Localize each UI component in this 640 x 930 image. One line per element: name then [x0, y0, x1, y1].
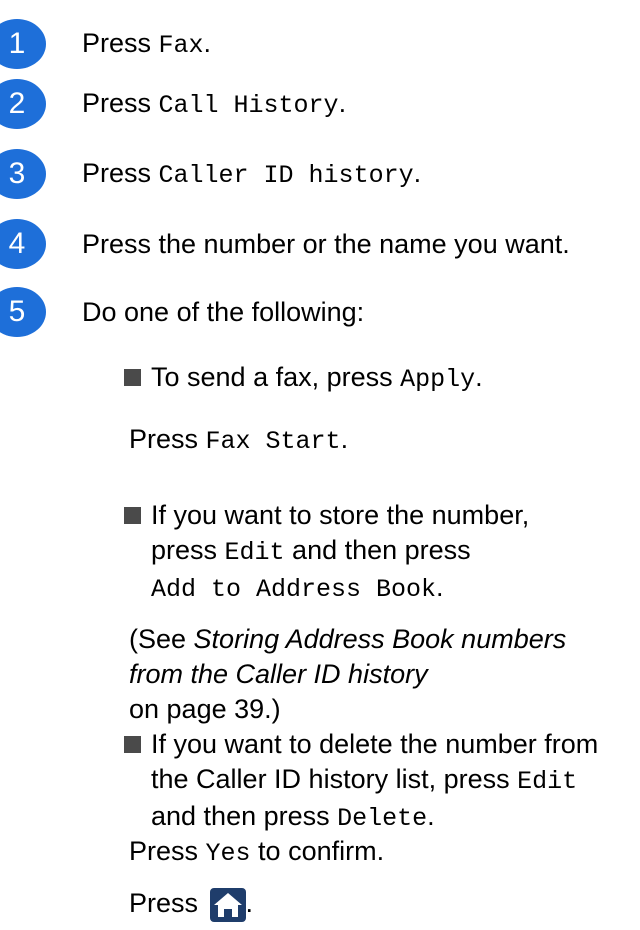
home-icon-glyph — [213, 892, 242, 917]
bullet-delete-number: If you want to delete the number from th… — [124, 727, 640, 836]
home-icon — [209, 887, 246, 922]
press-fax-start: Press Fax Start. — [129, 424, 349, 456]
bullet-square-icon — [124, 736, 141, 753]
bullet-square-icon — [124, 369, 141, 386]
step-5: 5 Do one of the following: — [0, 287, 364, 337]
step-5-text: Do one of the following: — [82, 296, 365, 327]
bullet-send-fax: To send a fax, press Apply. — [124, 360, 640, 397]
fax-key: Fax — [158, 31, 204, 60]
edit-key: Edit — [517, 767, 578, 796]
cross-reference: (See Storing Address Book numbers from t… — [129, 624, 567, 724]
yes-key: Yes — [205, 839, 251, 868]
step-2: 2 Press Call History. — [0, 79, 346, 129]
edit-key: Edit — [224, 538, 285, 567]
fax-start-key: Fax Start — [205, 427, 341, 456]
bullet-square-icon — [124, 507, 141, 524]
step-4-text: Press the number or the name you want. — [82, 228, 570, 259]
step-number-1: 1 — [0, 19, 46, 69]
step-number-4: 4 — [0, 219, 46, 269]
step-3-text: Press Caller ID history. — [82, 158, 422, 190]
bullet-store-number: If you want to store the number, press E… — [124, 498, 640, 607]
add-to-address-book-key: Add to Address Book — [151, 575, 437, 604]
ref-link-text: Storing Address Book numbers — [193, 624, 567, 654]
caller-id-history-key: Caller ID history — [158, 161, 414, 190]
apply-key: Apply — [400, 365, 476, 394]
step-number-2: 2 — [0, 79, 46, 129]
step-4: 4 Press the number or the name you want. — [0, 219, 570, 269]
step-number-5: 5 — [0, 287, 46, 337]
call-history-key: Call History — [158, 91, 339, 120]
step-1: 1 Press Fax. — [0, 19, 211, 69]
step-2-text: Press Call History. — [82, 88, 347, 120]
step-1-text: Press Fax. — [82, 28, 212, 60]
delete-key: Delete — [337, 804, 428, 833]
step-3: 3 Press Caller ID history. — [0, 149, 421, 199]
press-yes-confirm: Press Yes to confirm. — [129, 836, 385, 868]
press-home: Press . — [129, 886, 253, 922]
step-number-3: 3 — [0, 149, 46, 199]
